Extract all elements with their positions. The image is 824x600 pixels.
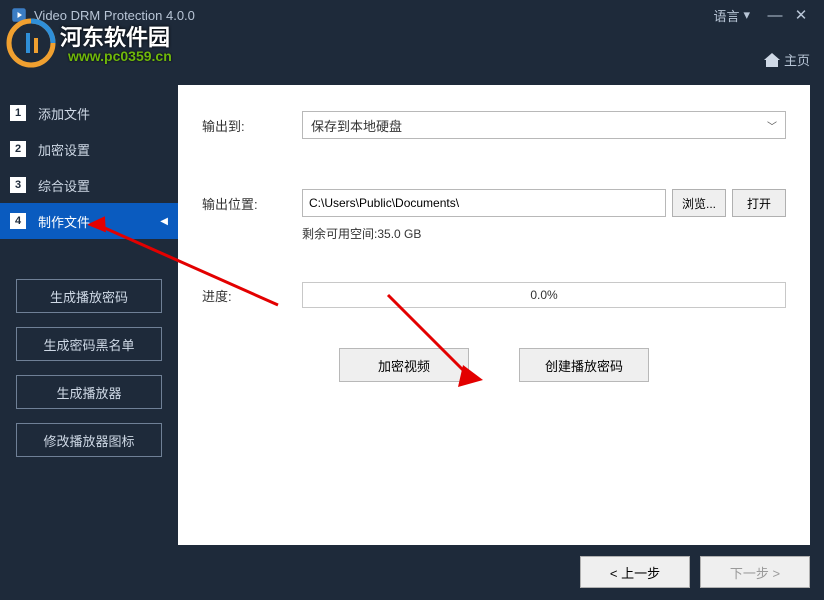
title-bar: Video DRM Protection 4.0.0 语言 ▾ — ✕: [0, 0, 824, 30]
step-label: 加密设置: [38, 140, 90, 159]
output-to-label: 输出到:: [202, 116, 302, 135]
browse-button[interactable]: 浏览...: [672, 189, 726, 217]
home-label: 主页: [784, 50, 810, 69]
step-label: 添加文件: [38, 104, 90, 123]
open-button[interactable]: 打开: [732, 189, 786, 217]
home-icon: [764, 53, 780, 67]
encrypt-video-button[interactable]: 加密视频: [339, 348, 469, 382]
step-encrypt-settings[interactable]: 2 加密设置: [0, 131, 178, 167]
home-link[interactable]: 主页: [764, 50, 810, 69]
close-button[interactable]: ✕: [788, 6, 814, 24]
app-icon: [10, 6, 28, 24]
sidebar: 1 添加文件 2 加密设置 3 综合设置 4 制作文件 ◀ 生成播放密码 生成密…: [0, 85, 178, 545]
step-number: 4: [10, 213, 26, 229]
step-label: 制作文件: [38, 212, 90, 231]
generate-play-password-button[interactable]: 生成播放密码: [16, 279, 162, 313]
output-path-label: 输出位置:: [202, 194, 302, 213]
watermark-url: www.pc0359.cn: [68, 48, 172, 64]
step-number: 1: [10, 105, 26, 121]
output-to-select[interactable]: 保存到本地硬盘 ﹀: [302, 111, 786, 139]
step-number: 2: [10, 141, 26, 157]
generate-player-button[interactable]: 生成播放器: [16, 375, 162, 409]
next-step-button: 下一步 >: [700, 556, 810, 588]
chevron-down-icon: ﹀: [767, 118, 777, 133]
progress-label: 进度:: [202, 286, 302, 305]
edit-player-icon-button[interactable]: 修改播放器图标: [16, 423, 162, 457]
language-label: 语言: [713, 6, 739, 25]
minimize-button[interactable]: —: [762, 7, 788, 24]
chevron-left-icon: ◀: [160, 216, 168, 227]
output-to-value: 保存到本地硬盘: [311, 116, 402, 135]
step-number: 3: [10, 177, 26, 193]
progress-value: 0.0%: [530, 288, 557, 302]
footer-nav: < 上一步 下一步 >: [580, 556, 810, 588]
chevron-down-icon: ▾: [743, 7, 750, 23]
app-title: Video DRM Protection 4.0.0: [34, 8, 713, 23]
step-create-files[interactable]: 4 制作文件 ◀: [0, 203, 178, 239]
progress-bar: 0.0%: [302, 282, 786, 308]
create-play-password-button[interactable]: 创建播放密码: [519, 348, 649, 382]
language-dropdown[interactable]: 语言 ▾: [713, 6, 750, 25]
step-add-files[interactable]: 1 添加文件: [0, 95, 178, 131]
content-panel: 输出到: 保存到本地硬盘 ﹀ 输出位置: 浏览... 打开 剩余可用空间:35.…: [178, 85, 810, 545]
step-general-settings[interactable]: 3 综合设置: [0, 167, 178, 203]
prev-step-button[interactable]: < 上一步: [580, 556, 690, 588]
generate-password-blacklist-button[interactable]: 生成密码黑名单: [16, 327, 162, 361]
free-space-text: 剩余可用空间:35.0 GB: [302, 225, 786, 242]
step-label: 综合设置: [38, 176, 90, 195]
output-path-input[interactable]: [302, 189, 666, 217]
